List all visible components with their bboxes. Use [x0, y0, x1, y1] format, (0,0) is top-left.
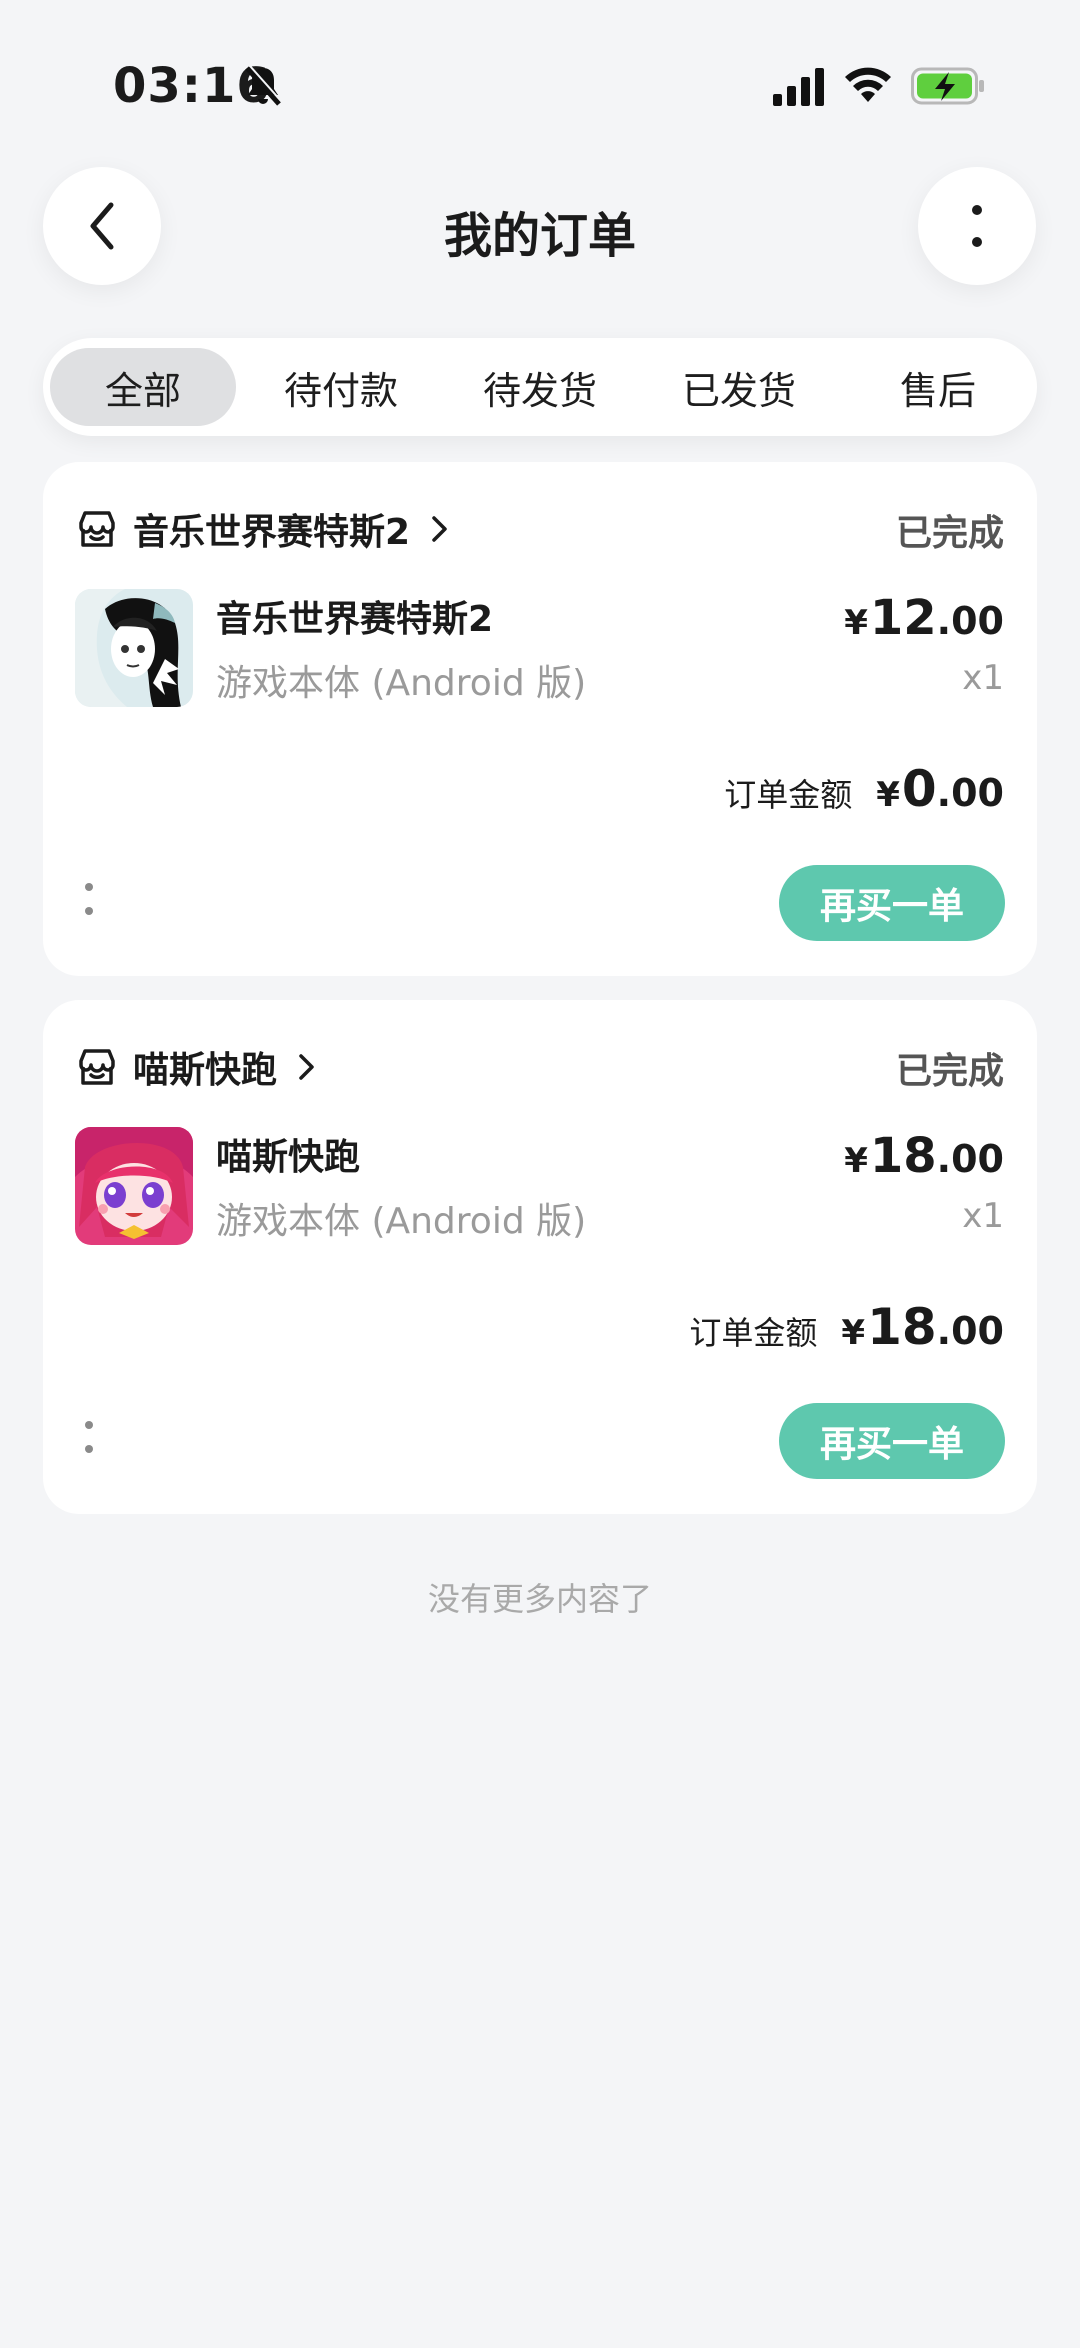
product-thumbnail[interactable] [75, 1127, 193, 1245]
price-currency: ¥ [844, 603, 868, 643]
store-link[interactable]: 音乐世界赛特斯2 [75, 504, 450, 554]
tab-pending-shipment[interactable]: 待发货 [447, 348, 633, 426]
total-integer: 0 [901, 760, 937, 818]
rebuy-button[interactable]: 再买一单 [779, 865, 1005, 941]
battery-charging-icon [911, 67, 984, 105]
product-variant: 游戏本体 (Android 版) [216, 1201, 587, 1242]
tab-after-sales[interactable]: 售后 [845, 348, 1031, 426]
store-icon [79, 511, 115, 547]
cellular-signal-icon [773, 68, 824, 106]
product-name: 喵斯快跑 [216, 1137, 361, 1178]
order-total-label: 订单金额 [689, 1314, 818, 1352]
price-decimal: .00 [936, 1137, 1004, 1181]
product-quantity: x1 [962, 1196, 1004, 1236]
tab-pending-payment[interactable]: 待付款 [248, 348, 434, 426]
end-of-list-text: 没有更多内容了 [427, 1580, 652, 1618]
total-currency: ¥ [876, 775, 900, 815]
total-decimal: .00 [936, 1309, 1004, 1353]
status-bar: 03:16 [0, 0, 1080, 160]
game-cover-image [75, 1127, 193, 1245]
store-name: 音乐世界赛特斯2 [133, 512, 411, 553]
more-vertical-icon [972, 205, 982, 247]
bell-off-icon [245, 65, 283, 106]
store-name: 喵斯快跑 [133, 1050, 278, 1091]
more-actions-icon[interactable] [83, 880, 95, 920]
total-decimal: .00 [936, 771, 1004, 815]
tab-shipped[interactable]: 已发货 [646, 348, 832, 426]
order-total: 订单金额 ¥ 0 .00 [724, 760, 1004, 818]
chevron-right-icon [432, 516, 447, 542]
order-card: 喵斯快跑 已完成 喵斯快跑 游戏本体 (Android 版) ¥ 18 .00 … [43, 1000, 1037, 1514]
price-integer: 12 [869, 590, 937, 646]
order-total: 订单金额 ¥ 18 .00 [689, 1298, 1004, 1356]
price-decimal: .00 [936, 599, 1004, 643]
tab-all[interactable]: 全部 [50, 348, 236, 426]
store-icon [79, 1049, 115, 1085]
product-price: ¥ 12 .00 [844, 590, 1004, 646]
product-thumbnail[interactable] [75, 589, 193, 707]
order-status: 已完成 [895, 513, 1004, 554]
product-quantity: x1 [962, 658, 1004, 698]
price-currency: ¥ [844, 1141, 868, 1181]
order-tabs: 全部 待付款 待发货 已发货 售后 [43, 338, 1037, 436]
product-name: 音乐世界赛特斯2 [216, 599, 494, 640]
product-variant: 游戏本体 (Android 版) [216, 663, 587, 704]
order-total-label: 订单金额 [724, 776, 853, 814]
total-currency: ¥ [841, 1313, 866, 1353]
product-price: ¥ 18 .00 [844, 1128, 1004, 1184]
total-integer: 18 [867, 1298, 937, 1356]
chevron-right-icon [299, 1054, 314, 1080]
order-card: 音乐世界赛特斯2 已完成 音乐世界赛特斯2 游戏本体 (Android 版) ¥… [43, 462, 1037, 976]
order-status: 已完成 [895, 1051, 1004, 1092]
more-options-button[interactable] [918, 167, 1036, 285]
price-integer: 18 [869, 1128, 937, 1184]
rebuy-button[interactable]: 再买一单 [779, 1403, 1005, 1479]
wifi-icon [845, 67, 891, 102]
store-link[interactable]: 喵斯快跑 [75, 1042, 317, 1092]
game-cover-image [75, 589, 193, 707]
more-actions-icon[interactable] [83, 1418, 95, 1458]
